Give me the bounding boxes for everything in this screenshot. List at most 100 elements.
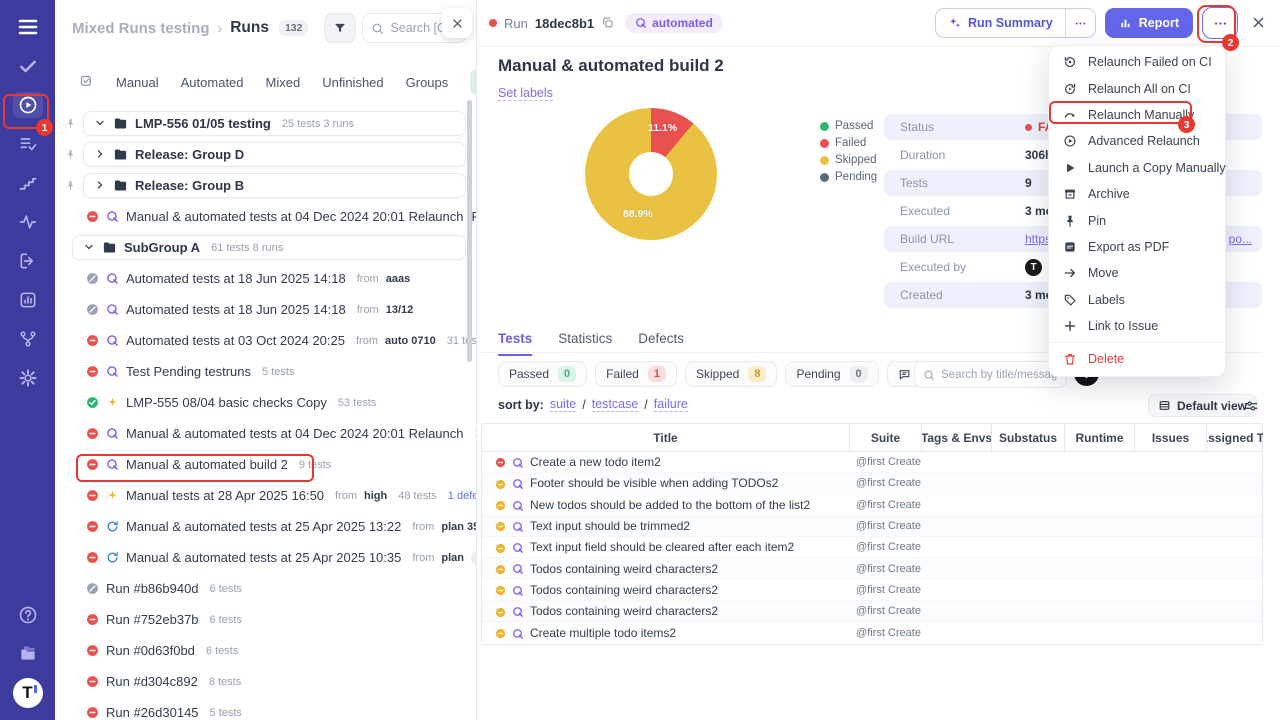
- app-logo[interactable]: T: [13, 678, 43, 708]
- filter-button[interactable]: [324, 13, 356, 43]
- sidebar-item-checks[interactable]: [13, 53, 43, 79]
- run-summary-more-button[interactable]: [1065, 9, 1095, 37]
- chip-skipped[interactable]: Skipped8: [685, 361, 778, 387]
- chevron-down-icon-wrap[interactable]: [94, 115, 106, 133]
- runs-filter-tabs: Manual Automated Mixed Unfinished Groups To: [55, 66, 476, 98]
- menu-item-delete[interactable]: Delete: [1049, 346, 1225, 372]
- chip-passed[interactable]: Passed0: [498, 361, 587, 387]
- tests-search-input[interactable]: [941, 369, 1058, 381]
- run-title-link[interactable]: Run #752eb37b: [106, 612, 199, 627]
- run-title-link[interactable]: Test Pending testruns: [126, 364, 251, 379]
- menu-item-move[interactable]: Move: [1049, 260, 1225, 286]
- menu-item-export-as-pdf[interactable]: Export as PDF: [1049, 234, 1225, 260]
- sidebar-item-menu[interactable]: [13, 14, 43, 40]
- run-more-actions-button[interactable]: [1202, 7, 1238, 39]
- table-row[interactable]: Create multiple todo items2@first Create…: [482, 622, 1262, 643]
- runs-tab-to[interactable]: To: [470, 69, 476, 95]
- panel-close-button[interactable]: [442, 8, 472, 38]
- report-button[interactable]: Report: [1105, 8, 1193, 38]
- run-title-link[interactable]: Automated tests at 18 Jun 2025 14:18: [126, 302, 346, 317]
- runs-tab-mixed[interactable]: Mixed: [266, 75, 301, 90]
- table-row[interactable]: Text input field should be cleared after…: [482, 537, 1262, 558]
- chevron-right-icon-wrap[interactable]: [94, 177, 106, 195]
- run-defects-link[interactable]: 1 defects: [448, 490, 476, 502]
- menu-item-link-to-issue[interactable]: Link to Issue: [1049, 313, 1225, 339]
- sidebar-item-analytics[interactable]: [13, 209, 43, 235]
- run-title-link[interactable]: Manual & automated build 2: [126, 457, 288, 472]
- menu-item-launch-a-copy-manually[interactable]: Launch a Copy Manually: [1049, 155, 1225, 181]
- chevron-right-icon-wrap[interactable]: [94, 146, 106, 164]
- sidebar-item-projects[interactable]: [13, 640, 43, 666]
- sidebar-item-steps[interactable]: [13, 170, 43, 196]
- menu-item-advanced-relaunch[interactable]: Advanced Relaunch: [1049, 128, 1225, 154]
- column-header-runtime[interactable]: Runtime: [1065, 424, 1135, 451]
- sort-by-testcase-link[interactable]: testcase: [592, 397, 639, 412]
- sidebar-item-settings[interactable]: [13, 365, 43, 391]
- group-card[interactable]: Release: Group B: [83, 173, 466, 198]
- set-labels-link[interactable]: Set labels: [498, 86, 553, 101]
- group-card[interactable]: Release: Group D: [83, 142, 466, 167]
- run-title-link[interactable]: Run #0d63f0bd: [106, 643, 195, 658]
- chip-failed[interactable]: Failed1: [595, 361, 677, 387]
- column-header-suite[interactable]: Suite: [850, 424, 922, 451]
- sidebar-item-import[interactable]: [13, 248, 43, 274]
- sidebar-item-runs[interactable]: [13, 92, 43, 118]
- menu-item-relaunch-all-on-ci[interactable]: Relaunch All on CI: [1049, 75, 1225, 101]
- plus-icon: [1063, 319, 1077, 333]
- run-title-link[interactable]: Automated tests at 18 Jun 2025 14:18: [126, 271, 346, 286]
- sidebar-item-branches[interactable]: [13, 326, 43, 352]
- menu-item-labels[interactable]: Labels: [1049, 287, 1225, 313]
- runs-list-scrollbar[interactable]: [467, 100, 472, 362]
- table-row[interactable]: Todos containing weird characters2@first…: [482, 558, 1262, 579]
- run-title-link[interactable]: Automated tests at 03 Oct 2024 20:25: [126, 333, 345, 348]
- table-row[interactable]: New todos should be added to the bottom …: [482, 495, 1262, 516]
- group-card[interactable]: SubGroup A61 tests 8 runs: [72, 235, 466, 260]
- table-row[interactable]: Todos containing weird characters2@first…: [482, 580, 1262, 601]
- table-row[interactable]: Text input should be trimmed2@first Crea…: [482, 516, 1262, 537]
- sort-by-suite-link[interactable]: suite: [550, 397, 576, 412]
- sidebar-item-help[interactable]: [13, 602, 43, 628]
- table-row[interactable]: Todos containing weird characters2@first…: [482, 601, 1262, 622]
- column-header-title[interactable]: Title: [482, 424, 850, 451]
- run-title-link[interactable]: Manual tests at 28 Apr 2025 16:50: [126, 488, 324, 503]
- run-summary-button[interactable]: Run Summary: [935, 8, 1096, 38]
- runs-tab-unfinished[interactable]: Unfinished: [322, 75, 383, 90]
- column-header-assigned-to[interactable]: Assigned To: [1207, 424, 1263, 451]
- menu-item-relaunch-manually[interactable]: Relaunch Manually: [1049, 102, 1225, 128]
- run-title-link[interactable]: Run #d304c892: [106, 674, 198, 689]
- sort-by-failure-link[interactable]: failure: [654, 397, 688, 412]
- sidebar-item-reports[interactable]: [13, 287, 43, 313]
- breadcrumb-project[interactable]: Mixed Runs testing: [72, 20, 210, 37]
- table-row[interactable]: Footer should be visible when adding TOD…: [482, 473, 1262, 494]
- automated-chip[interactable]: automated: [625, 13, 723, 33]
- sidebar-item-testcases[interactable]: [13, 131, 43, 157]
- view-settings-button[interactable]: [1243, 397, 1259, 415]
- run-title-link[interactable]: LMP-555 08/04 basic checks Copy: [126, 395, 327, 410]
- run-title-link[interactable]: Manual & automated tests at 04 Dec 2024 …: [126, 209, 476, 224]
- table-row[interactable]: Create a new todo item2@first Create ...: [482, 452, 1262, 473]
- copy-run-id-button[interactable]: [601, 14, 614, 32]
- run-detail-close-button[interactable]: [1251, 14, 1266, 32]
- column-header-substatus[interactable]: Substatus: [992, 424, 1065, 451]
- run-title-link[interactable]: Run #26d30145: [106, 705, 199, 720]
- select-all-icon[interactable]: [79, 73, 94, 91]
- menu-item-archive[interactable]: Archive: [1049, 181, 1225, 207]
- run-title-link[interactable]: Manual & automated tests at 25 Apr 2025 …: [126, 519, 401, 534]
- run-title-link[interactable]: Manual & automated tests at 04 Dec 2024 …: [126, 426, 464, 441]
- group-card[interactable]: LMP-556 01/05 testing25 tests 3 runs: [83, 111, 466, 136]
- runs-tab-groups[interactable]: Groups: [406, 75, 449, 90]
- automated-run-icon: [106, 427, 119, 440]
- default-view-button[interactable]: Default view: [1148, 394, 1257, 417]
- run-title-link[interactable]: Run #b86b940d: [106, 581, 199, 596]
- run-title-link[interactable]: Manual & automated tests at 25 Apr 2025 …: [126, 550, 401, 565]
- runs-tab-manual[interactable]: Manual: [116, 75, 159, 90]
- run-status-dot: [489, 19, 497, 27]
- chevron-down-icon-wrap[interactable]: [83, 239, 95, 257]
- column-header-issues[interactable]: Issues: [1135, 424, 1207, 451]
- chip-pending[interactable]: Pending0: [785, 361, 878, 387]
- column-header-tags-envs[interactable]: Tags & Envs: [922, 424, 992, 451]
- build-url-link-end[interactable]: po...: [1229, 232, 1252, 246]
- menu-item-relaunch-failed-on-ci[interactable]: Relaunch Failed on CI: [1049, 49, 1225, 75]
- runs-tab-automated[interactable]: Automated: [181, 75, 244, 90]
- menu-item-pin[interactable]: Pin: [1049, 207, 1225, 233]
